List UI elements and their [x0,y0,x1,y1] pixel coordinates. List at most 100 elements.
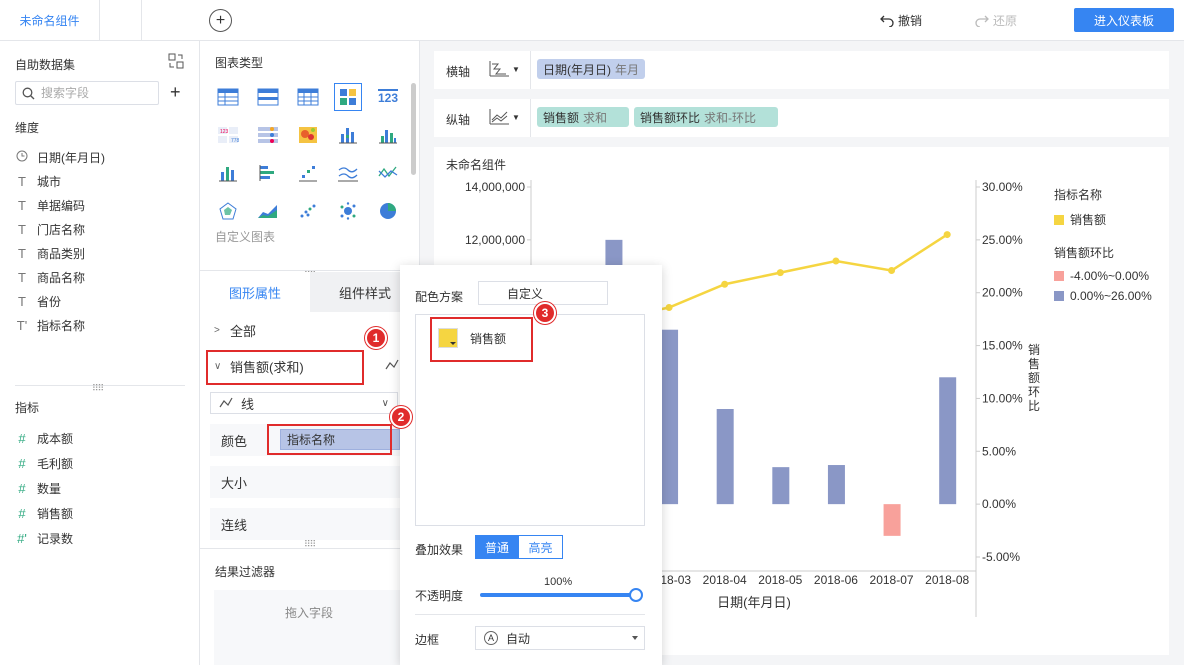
heatmap-icon[interactable] [294,121,322,149]
dimension-item[interactable]: T 商品名称 [15,268,85,286]
drop-hint: 拖入字段 [284,606,333,620]
filter-drop-zone[interactable]: 拖入字段 [214,590,404,665]
size-property-row[interactable]: 大小 [210,466,406,498]
measure-item[interactable]: #' 记录数 [15,529,73,547]
x-axis-title: 日期(年月日) [717,595,791,610]
enter-dashboard-button[interactable]: 进入仪表板 [1074,8,1174,32]
bubble-chart-icon[interactable] [334,197,362,225]
tree-item-label: 全部 [230,324,257,339]
scheme-value: 自定义 [507,286,544,301]
dimension-item[interactable]: T 商品类别 [15,244,85,262]
kpi-grid-icon[interactable]: 123 778 [214,121,242,149]
tree-item-all[interactable]: > 全部 [214,321,256,340]
text-icon: T [18,197,26,213]
caret-down-icon [632,636,638,640]
chart-type-scrollbar[interactable] [411,83,416,175]
connect-property-row[interactable]: 连线 [210,508,406,540]
right-axis-label-char: 额 [1028,371,1040,385]
annotation-badge-3: 3 [534,302,556,324]
measure-item[interactable]: # 销售额 [15,504,73,522]
legend-item[interactable]: -4.00%~0.00% [1054,269,1152,283]
pie-chart-icon[interactable] [374,197,402,225]
table-chart-icon[interactable] [214,83,242,111]
opacity-slider-track[interactable] [480,593,636,597]
dimension-item[interactable]: T 单据编码 [15,196,85,214]
legend-item[interactable]: 0.00%~26.00% [1054,289,1152,303]
redo-button[interactable]: 还原 [975,12,1017,29]
undo-button[interactable]: 撤销 [880,12,922,29]
horizontal-bar-icon[interactable] [254,159,282,187]
measure-item[interactable]: # 数量 [15,479,61,497]
annotation-badge-1: 1 [365,327,387,349]
y-axis-chart-switch[interactable]: ▼ [488,108,520,126]
svg-text:123: 123 [220,129,229,135]
custom-chart-link[interactable]: 自定义图表 [215,228,275,245]
axis-divider [530,51,531,89]
opacity-value: 100% [544,576,573,588]
area-chart-icon[interactable] [254,197,282,225]
measure-item[interactable]: # 成本额 [15,429,73,447]
list-kpi-icon[interactable] [254,121,282,149]
cross-table-icon[interactable] [294,83,322,111]
multi-chart-icon[interactable] [334,83,362,111]
opacity-label: 不透明度 [415,589,464,603]
search-icon [22,87,35,99]
x-axis-field-pill[interactable]: 日期(年月日) 年月 [537,59,646,79]
scatter-chart-icon[interactable] [294,197,322,225]
resize-handle[interactable]: ⠿⠿ [92,383,104,394]
border-select[interactable]: A 自动 [475,626,645,650]
dimension-item[interactable]: T 省份 [15,292,61,310]
line-point [665,304,673,312]
field-search[interactable] [15,81,159,105]
chevron-right-icon: > [214,325,220,336]
blend-bright-button[interactable]: 高亮 [519,535,563,559]
add-tab-icon[interactable]: + [209,9,232,32]
undo-icon [880,15,894,27]
measure-item[interactable]: # 毛利额 [15,454,73,472]
y-axis-field-pill[interactable]: 销售额 求和 [537,107,629,127]
dimension-item[interactable]: 日期(年月日) [15,148,105,166]
right-tick-label: 20.00% [982,286,1023,300]
opacity-slider-thumb[interactable] [629,588,643,602]
dimension-item[interactable]: T' 指标名称 [15,316,85,334]
text-icon: T [18,269,26,285]
annotation-box-2 [267,424,392,455]
y-axis-field-pill[interactable]: 销售额环比 求和-环比 [634,107,778,127]
panel-divider [200,548,420,549]
polyline-chart-icon[interactable] [374,159,402,187]
switch-dataset-icon[interactable] [168,53,184,69]
shape-type-select[interactable]: 线 ∨ [210,392,398,414]
x-tick-label: 2018-08 [925,573,969,587]
radar-chart-icon[interactable] [214,197,242,225]
right-axis-label-char: 销 [1028,343,1040,357]
tab-shape-properties[interactable]: 图形属性 [200,272,310,312]
right-tick-label: 5.00% [982,444,1016,458]
line-chart-icon[interactable] [334,159,362,187]
add-field-icon[interactable]: + [170,83,181,101]
dimension-item[interactable]: T 城市 [15,172,61,190]
right-axis-label-char: 环 [1028,385,1040,399]
top-bar: 未命名组件 + 撤销 还原 进入仪表板 [0,0,1184,41]
dimension-item[interactable]: T 门店名称 [15,220,85,238]
hash-icon: #' [17,530,27,546]
search-input[interactable] [41,86,151,100]
measure-label-text: 毛利额 [37,456,74,471]
x-axis-chart-switch[interactable]: ▼ [488,60,520,78]
text-icon: T [18,245,26,261]
bar-stack-icon[interactable] [334,121,362,149]
group-table-icon[interactable] [254,83,282,111]
kpi-number-icon[interactable]: 123 [374,83,402,111]
chevron-down-icon: ∨ [381,397,389,409]
tab-component[interactable]: 未命名组件 [0,0,100,41]
bar [827,465,845,505]
blend-normal-button[interactable]: 普通 [475,535,519,559]
legend-item[interactable]: 销售额 [1054,211,1152,228]
widget-title: 未命名组件 [446,158,507,172]
scatter-small-icon[interactable] [294,159,322,187]
line-series [613,233,948,321]
x-axis-row: 横轴 ▼ 日期(年月日) 年月 [434,51,1169,89]
grouped-bar-icon[interactable] [374,121,402,149]
border-value: 自动 [506,631,531,646]
clock-icon [15,150,29,165]
column-chart-icon[interactable] [214,159,242,187]
